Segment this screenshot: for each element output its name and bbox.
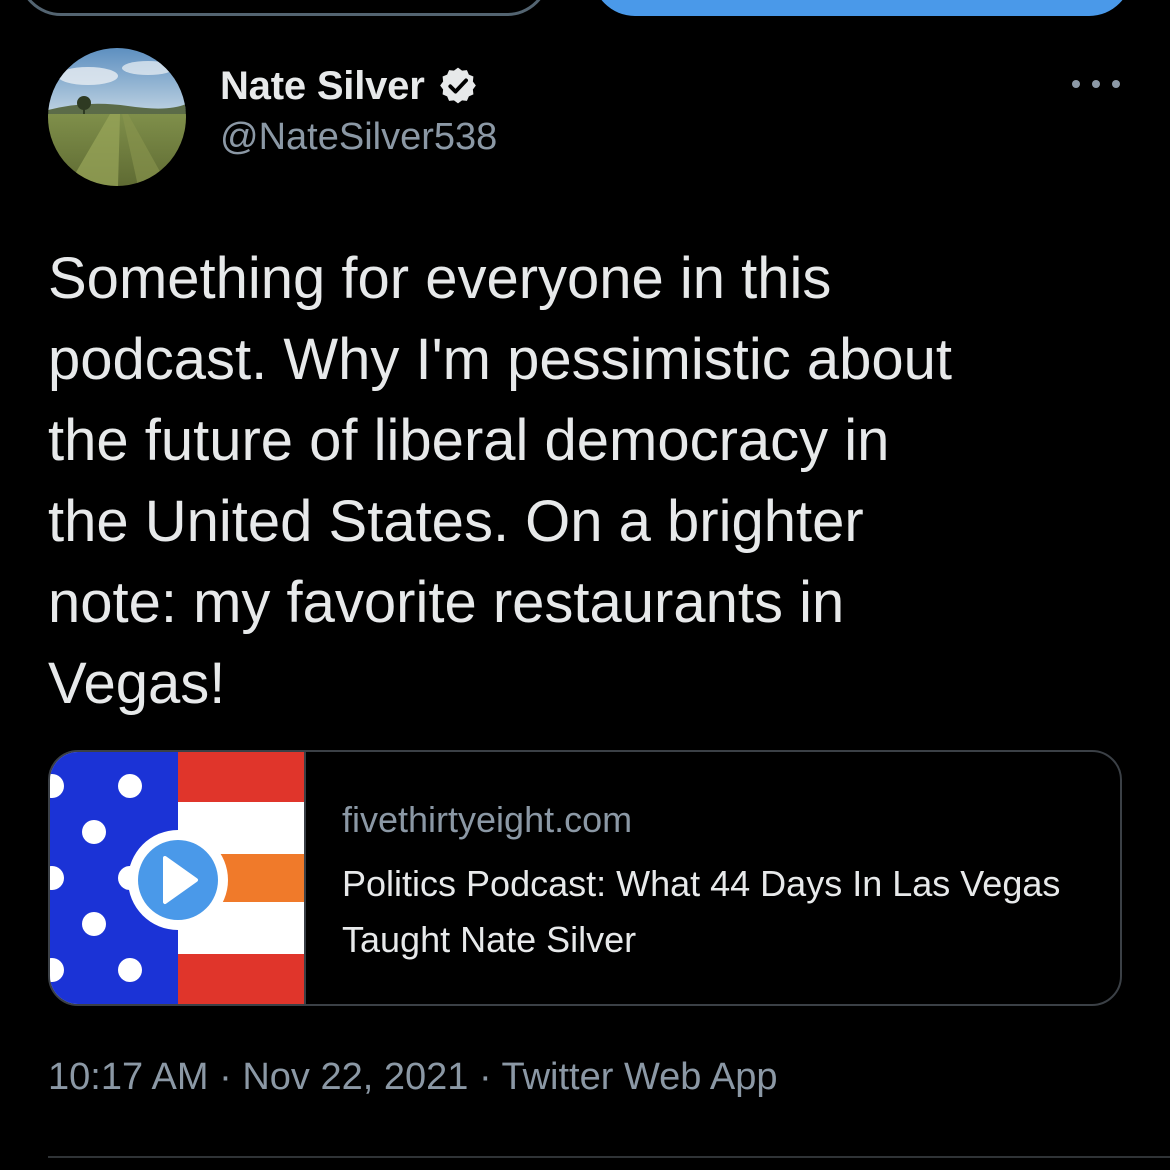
tweet-text: Something for everyone in this podcast. … bbox=[48, 246, 952, 716]
tweet-source[interactable]: Twitter Web App bbox=[502, 1056, 778, 1098]
card-thumbnail[interactable] bbox=[50, 752, 306, 1004]
more-horizontal-icon[interactable] bbox=[1072, 66, 1120, 102]
tweet-meta: 10:17 AM · Nov 22, 2021 · Twitter Web Ap… bbox=[48, 1056, 777, 1099]
meta-separator: · bbox=[219, 1056, 232, 1098]
more-dot bbox=[1092, 80, 1100, 88]
top-outline-button[interactable] bbox=[18, 0, 550, 16]
tweet-date[interactable]: Nov 22, 2021 bbox=[242, 1056, 468, 1098]
avatar[interactable] bbox=[48, 48, 186, 186]
tweet-detail-page: Nate Silver @NateSilver538 Something for… bbox=[0, 0, 1170, 1170]
tweet-time[interactable]: 10:17 AM bbox=[48, 1056, 209, 1098]
author-name-row[interactable]: Nate Silver bbox=[220, 58, 479, 114]
meta-separator: · bbox=[478, 1056, 492, 1098]
more-dot bbox=[1072, 80, 1080, 88]
more-dot bbox=[1112, 80, 1120, 88]
card-body[interactable]: fivethirtyeight.com Politics Podcast: Wh… bbox=[306, 752, 1082, 1004]
verified-badge-icon bbox=[437, 65, 479, 107]
link-preview-card[interactable]: fivethirtyeight.com Politics Podcast: Wh… bbox=[48, 750, 1122, 1006]
author-handle[interactable]: @NateSilver538 bbox=[220, 116, 497, 159]
display-name[interactable]: Nate Silver bbox=[220, 64, 425, 109]
top-primary-button[interactable] bbox=[592, 0, 1132, 16]
divider bbox=[48, 1156, 1170, 1158]
card-domain: fivethirtyeight.com bbox=[342, 799, 633, 840]
play-icon[interactable] bbox=[128, 830, 228, 930]
card-title: Politics Podcast: What 44 Days In Las Ve… bbox=[342, 863, 1061, 960]
